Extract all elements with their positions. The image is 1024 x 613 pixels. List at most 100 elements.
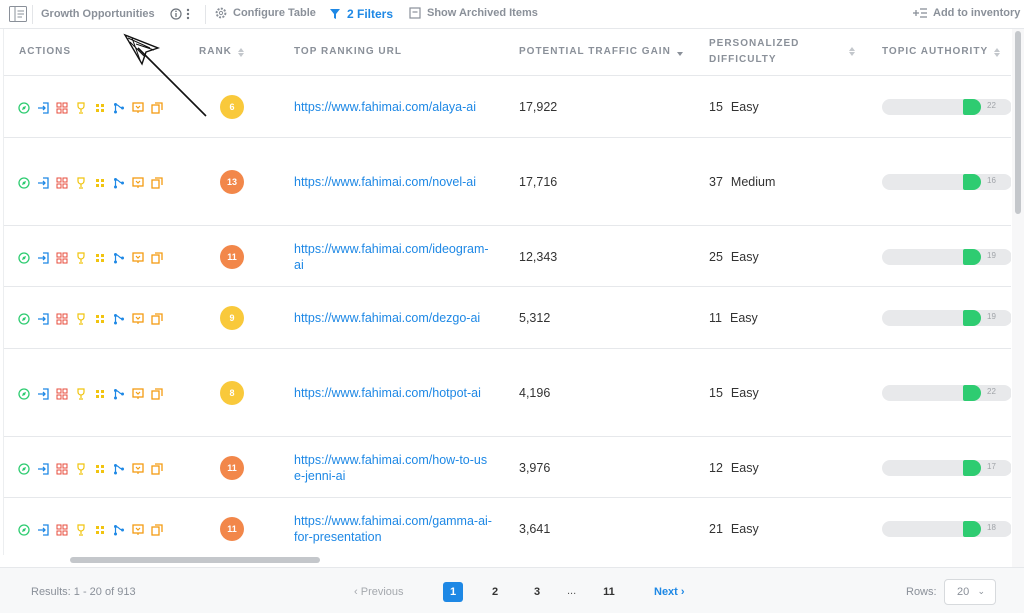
branch-icon[interactable]	[113, 251, 125, 263]
grid-icon[interactable]	[56, 387, 68, 400]
sort-icon[interactable]	[994, 47, 1001, 57]
login-icon[interactable]	[37, 462, 49, 475]
login-icon[interactable]	[37, 101, 49, 114]
copy-icon[interactable]	[151, 312, 163, 325]
grid-icon[interactable]	[56, 176, 68, 189]
horizontal-scrollbar[interactable]	[70, 557, 320, 563]
grid-icon[interactable]	[56, 251, 68, 263]
next-page-button[interactable]: Next ›	[654, 586, 685, 598]
url-link[interactable]: https://www.fahimai.com/novel-ai	[294, 174, 494, 190]
login-icon[interactable]	[37, 176, 49, 189]
login-icon[interactable]	[37, 387, 49, 400]
grid-icon[interactable]	[56, 312, 68, 325]
login-icon[interactable]	[37, 312, 49, 325]
copy-icon[interactable]	[151, 387, 163, 400]
url-link[interactable]: https://www.fahimai.com/dezgo-ai	[294, 310, 494, 326]
next-label: Next	[654, 586, 678, 598]
copy-icon[interactable]	[151, 251, 163, 264]
branch-icon[interactable]	[113, 312, 125, 325]
more-vertical-icon[interactable]	[186, 8, 190, 20]
difficulty-level: Easy	[730, 522, 759, 536]
presentation-icon[interactable]	[132, 387, 144, 399]
presentation-icon[interactable]	[132, 462, 144, 474]
add-to-inventory-button[interactable]: Add to inventory	[913, 7, 1020, 19]
column-url[interactable]: TOP RANKING URL	[294, 44, 402, 60]
copy-icon[interactable]	[151, 523, 163, 536]
column-difficulty-label: PERSONALIZED DIFFICULTY	[709, 36, 799, 68]
url-link[interactable]: https://www.fahimai.com/alaya-ai	[294, 99, 494, 115]
url-link[interactable]: https://www.fahimai.com/gamma-ai-for-pre…	[294, 513, 494, 545]
table-row: 11 https://www.fahimai.com/ideogram-ai 12,…	[4, 226, 1011, 287]
rows-per-page-select[interactable]: 20 ⌄	[944, 579, 996, 605]
vertical-scrollbar[interactable]	[1015, 31, 1021, 214]
difficulty-level: Easy	[730, 386, 759, 400]
difficulty-level: Easy	[730, 249, 759, 264]
grid-icon[interactable]	[56, 462, 68, 474]
sort-icon[interactable]	[849, 47, 855, 56]
branch-icon[interactable]	[113, 387, 125, 400]
rank-badge: 8	[220, 381, 244, 405]
grid-small-icon[interactable]	[94, 523, 106, 535]
copy-icon[interactable]	[151, 462, 163, 475]
presentation-icon[interactable]	[132, 176, 144, 188]
grid-icon[interactable]	[56, 101, 68, 114]
grid-small-icon[interactable]	[94, 387, 106, 399]
table-row: 11 https://www.fahimai.com/how-to-use-jen…	[4, 437, 1011, 498]
grid-icon[interactable]	[56, 523, 68, 536]
page-3-button[interactable]: 3	[527, 582, 547, 602]
presentation-icon[interactable]	[132, 251, 144, 263]
trophy-icon[interactable]	[75, 176, 87, 189]
report-title[interactable]: Growth Opportunities	[41, 8, 155, 20]
rows-per-page-value: 20	[957, 586, 970, 598]
column-traffic-gain[interactable]: POTENTIAL TRAFFIC GAIN	[519, 44, 683, 60]
trophy-icon[interactable]	[75, 462, 87, 475]
filters-button[interactable]: 2 Filters	[329, 7, 393, 21]
compass-icon[interactable]	[18, 523, 30, 536]
branch-icon[interactable]	[113, 176, 125, 189]
sort-desc-icon[interactable]	[676, 49, 683, 56]
authority-fill	[963, 99, 981, 115]
login-icon[interactable]	[37, 251, 49, 264]
trophy-icon[interactable]	[75, 312, 87, 325]
trophy-icon[interactable]	[75, 251, 87, 264]
grid-small-icon[interactable]	[94, 251, 106, 263]
presentation-icon[interactable]	[132, 312, 144, 324]
presentation-icon[interactable]	[132, 523, 144, 535]
compass-icon[interactable]	[18, 101, 30, 114]
page-1-button[interactable]: 1	[443, 582, 463, 602]
compass-icon[interactable]	[18, 387, 30, 400]
compass-icon[interactable]	[18, 176, 30, 189]
trophy-icon[interactable]	[75, 101, 87, 114]
show-archived-toggle[interactable]: Show Archived Items	[409, 7, 538, 19]
page-2-button[interactable]: 2	[485, 582, 505, 602]
page-11-button[interactable]: 11	[599, 582, 619, 602]
configure-table-button[interactable]: Configure Table	[215, 7, 316, 19]
compass-icon[interactable]	[18, 312, 30, 325]
compass-icon[interactable]	[18, 462, 30, 475]
difficulty-cell: 15 Easy	[709, 100, 759, 114]
sort-icon[interactable]	[237, 47, 244, 57]
row-actions	[18, 523, 163, 536]
compass-icon[interactable]	[18, 251, 30, 264]
login-icon[interactable]	[37, 523, 49, 536]
topic-authority-bar: 22	[882, 99, 1011, 115]
traffic-gain-value: 4,196	[519, 386, 551, 400]
trophy-icon[interactable]	[75, 523, 87, 536]
grid-small-icon[interactable]	[94, 312, 106, 324]
difficulty-value: 37	[709, 175, 723, 189]
url-link[interactable]: https://www.fahimai.com/hotpot-ai	[294, 385, 494, 401]
grid-small-icon[interactable]	[94, 176, 106, 188]
info-icon[interactable]	[170, 8, 182, 20]
grid-small-icon[interactable]	[94, 462, 106, 474]
trophy-icon[interactable]	[75, 387, 87, 400]
column-topic-authority[interactable]: TOPIC AUTHORITY	[882, 44, 1001, 60]
column-difficulty[interactable]: PERSONALIZED DIFFICULTY	[709, 36, 855, 68]
report-icon[interactable]	[9, 6, 27, 22]
url-link[interactable]: https://www.fahimai.com/ideogram-ai	[294, 241, 494, 273]
grid-small-icon[interactable]	[94, 101, 106, 113]
copy-icon[interactable]	[151, 176, 163, 189]
branch-icon[interactable]	[113, 462, 125, 474]
previous-page-button[interactable]: ‹ Previous	[354, 586, 404, 598]
branch-icon[interactable]	[113, 523, 125, 536]
url-link[interactable]: https://www.fahimai.com/how-to-use-jenni…	[294, 452, 494, 484]
